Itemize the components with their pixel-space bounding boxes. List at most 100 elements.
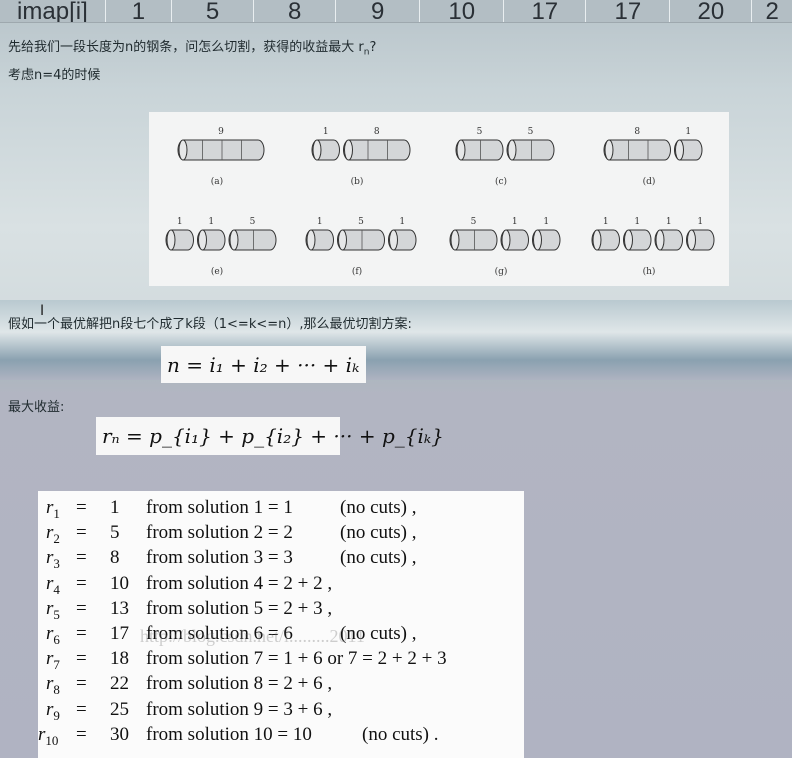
- revenue-symbol: r7: [46, 648, 60, 672]
- equals-sign: =: [76, 723, 87, 745]
- rod-panel: 9 (a): [177, 127, 265, 187]
- revenue-index: 7: [53, 656, 60, 672]
- rod-piece: 1: [674, 127, 703, 161]
- equals-sign: =: [76, 673, 87, 695]
- rod-piece: 5: [228, 217, 277, 251]
- optimal-cut-description: 假如一个最优解把n段七个成了k段（1<=k<=n）,那么最优切割方案:: [8, 317, 412, 332]
- solution-text: from solution 10 = 10: [146, 723, 312, 745]
- rod-piece: 1: [311, 127, 340, 161]
- intro-text: 先给我们一段长度为n的钢条，问怎么切割，获得的收益最大 r: [8, 40, 364, 55]
- rod-length-label: 1: [685, 127, 691, 137]
- rod-piece: 5: [449, 217, 498, 251]
- solution-text: from solution 7 = 1 + 6 or 7 = 2 + 2 + 3: [146, 648, 447, 670]
- revenue-symbol: r3: [46, 547, 60, 572]
- table-cell-header: imap[i]: [0, 0, 106, 22]
- rod-length-label: 8: [634, 127, 640, 137]
- rod-panel: 5 1 1 (g): [449, 217, 561, 277]
- revenue-value: 10: [110, 572, 129, 594]
- solution-row: r8 = 22 from solution 8 = 2 + 6 ,: [38, 673, 524, 698]
- rod-piece: 1: [686, 217, 715, 251]
- rod-piece: 1: [165, 217, 194, 251]
- solutions-table: r1 = 1 from solution 1 = 1 (no cuts) , r2 = 5 fr…: [38, 491, 524, 758]
- formula-revenue-sum: rₙ = p_{i₁} + p_{i₂} + ··· + p_{iₖ}: [96, 417, 444, 455]
- revenue-symbol: r1: [46, 497, 60, 521]
- solution-text: from solution 5 = 2 + 3 ,: [146, 597, 333, 619]
- sea-background: [0, 300, 792, 380]
- revenue-value: 25: [110, 698, 129, 720]
- equals-sign: =: [76, 648, 87, 670]
- solution-row: r10 = 30 from solution 10 = 10 (no cuts) .: [38, 724, 524, 749]
- rod-length-label: 5: [471, 217, 477, 227]
- rod-length-label: 1: [666, 217, 672, 227]
- equals-sign: =: [76, 547, 87, 569]
- rod-piece: 5: [506, 127, 555, 161]
- equals-sign: =: [76, 572, 87, 594]
- panel-caption: (g): [495, 266, 508, 277]
- revenue-value: 18: [110, 648, 129, 670]
- solution-note: (no cuts) ,: [340, 547, 417, 569]
- solution-row: r4 = 10 from solution 4 = 2 + 2 ,: [38, 573, 524, 598]
- rod-length-label: 1: [634, 217, 640, 227]
- intro-line-1: 先给我们一段长度为n的钢条，问怎么切割，获得的收益最大 rn?: [8, 36, 376, 58]
- revenue-value: 1: [110, 497, 120, 518]
- solution-text: from solution 2 = 2: [146, 522, 293, 544]
- rod-piece: 1: [388, 217, 417, 251]
- solution-text: from solution 8 = 2 + 6 ,: [146, 673, 333, 695]
- formula-cut-sum: n = i₁ + i₂ + ··· + iₖ: [161, 346, 366, 383]
- table-cell: 1: [106, 0, 173, 22]
- price-table-strip: imap[i] 1 5 8 9 10 17 17 20 2: [0, 0, 792, 23]
- solution-row: r9 = 25 from solution 9 = 3 + 6 ,: [38, 699, 524, 724]
- revenue-symbol: r10: [38, 723, 59, 748]
- solution-row: r3 = 8 from solution 3 = 3 (no cuts) ,: [38, 547, 524, 572]
- rod-piece: 1: [532, 217, 561, 251]
- panel-caption: (d): [643, 176, 656, 187]
- rod-length-label: 1: [697, 217, 703, 227]
- revenue-symbol: r5: [46, 597, 60, 622]
- intro-question-mark: ?: [369, 40, 377, 55]
- rod-piece: 5: [455, 127, 504, 161]
- equals-sign: =: [76, 497, 87, 518]
- revenue-symbol: r2: [46, 522, 60, 546]
- rod-panel: 1 5 1 (f): [305, 217, 417, 277]
- revenue-index: 5: [53, 606, 60, 622]
- solution-text: from solution 3 = 3: [146, 547, 293, 569]
- solution-row: r7 = 18 from solution 7 = 1 + 6 or 7 = 2 + …: [38, 648, 524, 673]
- revenue-value: 17: [110, 623, 129, 644]
- table-cell: 20: [670, 0, 753, 22]
- panel-caption: (b): [351, 176, 364, 187]
- panel-caption: (h): [643, 266, 656, 277]
- equals-sign: =: [76, 522, 87, 544]
- rod-piece: 9: [177, 127, 265, 161]
- rod-length-label: 1: [208, 217, 214, 227]
- rod-piece: 8: [603, 127, 671, 161]
- revenue-index: 6: [53, 631, 60, 647]
- rod-panel: 1 1 1 1 (h): [591, 217, 715, 277]
- revenue-index: 3: [53, 556, 60, 572]
- revenue-value: 13: [110, 597, 129, 619]
- revenue-symbol: r9: [46, 698, 60, 723]
- revenue-index: 9: [53, 707, 60, 723]
- rod-length-label: 5: [477, 127, 483, 137]
- table-cell: 2: [765, 0, 779, 22]
- revenue-index: 2: [53, 530, 60, 546]
- revenue-value: 8: [110, 547, 120, 569]
- revenue-symbol: r6: [46, 623, 60, 647]
- rod-length-label: 5: [528, 127, 534, 137]
- revenue-value: 22: [110, 673, 129, 695]
- rod-length-label: 1: [177, 217, 183, 227]
- solution-note: (no cuts) ,: [340, 497, 417, 518]
- revenue-index: 8: [53, 682, 60, 698]
- rod-piece: 1: [591, 217, 620, 251]
- revenue-value: 5: [110, 522, 120, 544]
- rod-length-label: 9: [218, 127, 224, 137]
- rod-length-label: 1: [543, 217, 549, 227]
- solution-note: (no cuts) .: [362, 723, 439, 745]
- rod-panel: 5 5 (c): [455, 127, 555, 187]
- rod-piece: 1: [197, 217, 226, 251]
- solution-text: from solution 1 = 1: [146, 497, 293, 518]
- solution-row: r2 = 5 from solution 2 = 2 (no cuts) ,: [38, 522, 524, 547]
- solution-row: r5 = 13 from solution 5 = 2 + 3 ,: [38, 598, 524, 623]
- max-revenue-label: 最大收益:: [8, 400, 65, 415]
- rod-cutting-figure: 9 (a) 1 8 (b) 5 5 (c) 8 1 (d) 1 1 5 (e) 1 5 1 (f) 5 1 1 (g) 1 1 1…: [149, 112, 729, 286]
- rod-piece: 1: [500, 217, 529, 251]
